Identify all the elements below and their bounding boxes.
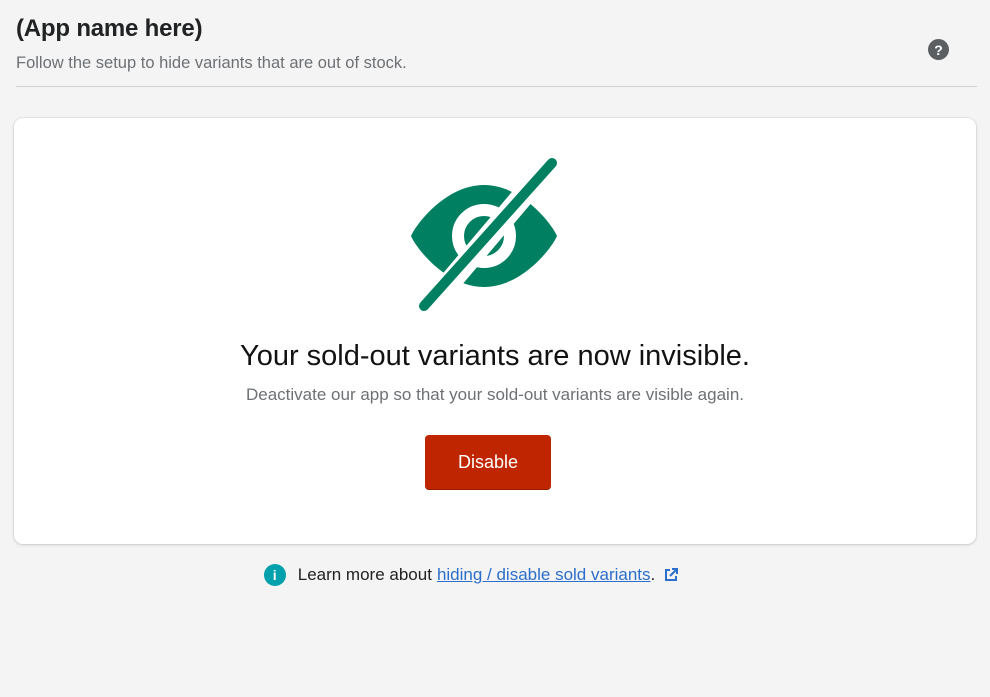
help-icon-glyph: ? xyxy=(934,41,943,58)
status-card: Your sold-out variants are now invisible… xyxy=(14,118,976,544)
info-icon-glyph: i xyxy=(272,567,277,583)
disable-button[interactable]: Disable xyxy=(425,435,551,490)
learn-more-row: i Learn more about hiding / disable sold… xyxy=(0,563,990,587)
external-link-icon[interactable] xyxy=(664,568,679,582)
page: (App name here) Follow the setup to hide… xyxy=(0,0,990,697)
learn-more-suffix: . xyxy=(650,565,656,584)
status-heading: Your sold-out variants are now invisible… xyxy=(240,340,750,372)
learn-more-prefix: Learn more about xyxy=(297,565,432,584)
status-description: Deactivate our app so that your sold-out… xyxy=(246,385,744,404)
info-icon: i xyxy=(263,564,286,586)
page-header: (App name here) Follow the setup to hide… xyxy=(16,14,977,87)
eye-slash-icon xyxy=(411,158,561,316)
learn-more-link[interactable]: hiding / disable sold variants xyxy=(437,563,651,587)
app-title: (App name here) xyxy=(16,15,203,42)
help-icon[interactable]: ? xyxy=(928,39,949,60)
app-subtitle: Follow the setup to hide variants that a… xyxy=(16,54,407,72)
